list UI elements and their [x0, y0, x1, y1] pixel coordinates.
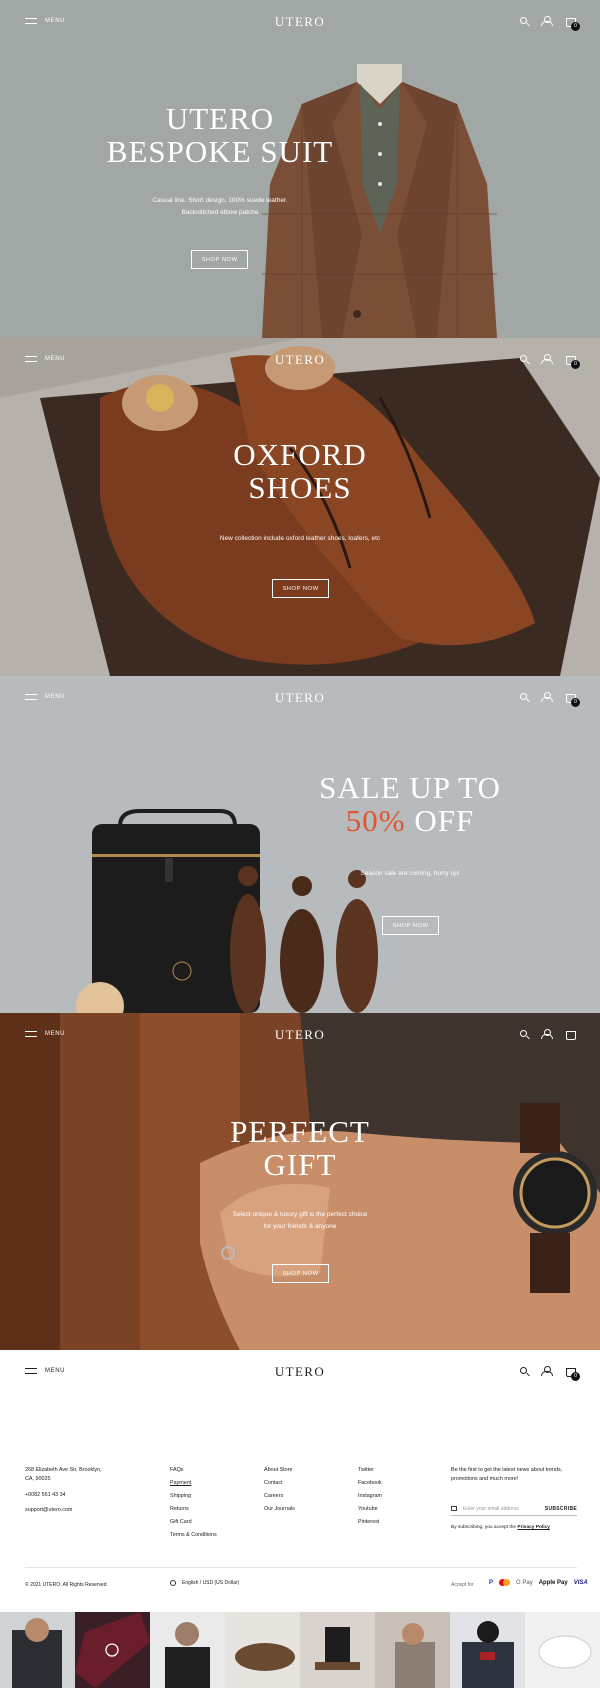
footer-links-social: Twitter Facebook Instagram Youtube Pinte… — [358, 1467, 382, 1533]
footer-link[interactable]: Terms & Conditions — [170, 1532, 217, 1538]
site-logo[interactable]: UTERO — [0, 352, 600, 368]
locale-selector[interactable]: English / USD (US Dollar) — [170, 1580, 239, 1586]
hero-title: PERFECT GIFT — [230, 1114, 370, 1183]
hero-suit: MENU UTERO 0 UTERO BESPOKE SUIT Casual l… — [0, 0, 600, 338]
payment-methods: P G Pay Apple Pay VISA — [489, 1579, 588, 1586]
footer-link[interactable]: Payment — [170, 1480, 217, 1486]
site-logo[interactable]: UTERO — [0, 1364, 600, 1380]
footer-link[interactable]: Our Journals — [264, 1506, 295, 1512]
footer-link[interactable]: Youtube — [358, 1506, 382, 1512]
search-icon[interactable] — [520, 355, 527, 362]
search-icon[interactable] — [520, 1030, 527, 1037]
shop-now-button[interactable]: SHOP NOW — [191, 250, 248, 269]
mail-icon — [451, 1506, 457, 1511]
footer-link[interactable]: Pinterest — [358, 1519, 382, 1525]
cart-icon[interactable]: 0 — [565, 692, 580, 707]
oxford-shoes-image — [0, 338, 600, 676]
hero-gift: MENU UTERO PERFECT GIFT Select unique & … — [0, 1013, 600, 1350]
footer-link[interactable]: Instagram — [358, 1493, 382, 1499]
footer: MENU UTERO 0 268 Elizabeth Ave Str, Broo… — [0, 1350, 600, 1612]
footer-link[interactable]: About Store — [264, 1467, 295, 1473]
instagram-gallery — [0, 1612, 600, 1688]
footer-divider — [25, 1567, 577, 1568]
search-icon[interactable] — [520, 17, 527, 24]
footer-contact: 268 Elizabeth Ave Str, Brooklyn, CA, 900… — [25, 1467, 102, 1521]
site-header: MENU UTERO 0 — [0, 338, 600, 384]
footer-link[interactable]: FAQs — [170, 1467, 217, 1473]
cart-count-badge: 0 — [571, 698, 580, 707]
cart-count-badge: 0 — [571, 22, 580, 31]
hero-shoes: MENU UTERO 0 OXFORD SHOES New collection… — [0, 338, 600, 676]
footer-link[interactable]: Twitter — [358, 1467, 382, 1473]
footer-link[interactable]: Gift Card — [170, 1519, 217, 1525]
hero-title: UTERO BESPOKE SUIT — [106, 101, 334, 170]
globe-icon — [170, 1580, 176, 1586]
cart-count-badge: 0 — [571, 360, 580, 369]
email-address[interactable]: support@utero.com — [25, 1507, 102, 1513]
paypal-icon: P — [489, 1579, 494, 1586]
copyright: © 2021 UTERO. All Rights Reserved — [25, 1582, 107, 1588]
address-line: 268 Elizabeth Ave Str, Brooklyn, — [25, 1467, 102, 1473]
visa-icon: VISA — [573, 1579, 588, 1586]
consent-text: By subscribing, you accept the Privacy P… — [451, 1525, 550, 1530]
gallery-image[interactable] — [150, 1612, 225, 1688]
cart-count-badge: 0 — [571, 1372, 580, 1381]
site-header: MENU UTERO 0 — [0, 0, 600, 46]
accept-for-label: Accept for — [451, 1582, 474, 1588]
footer-link[interactable]: Shipping — [170, 1493, 217, 1499]
address-line: CA, 90025 — [25, 1476, 51, 1483]
cart-icon[interactable]: 0 — [565, 354, 580, 369]
email-input[interactable]: Enter your email address — [463, 1506, 545, 1512]
subscribe-button[interactable]: SUBSCRIBE — [545, 1506, 577, 1512]
shop-now-button[interactable]: SHOP NOW — [272, 1264, 329, 1283]
apple-pay-icon: Apple Pay — [538, 1579, 568, 1586]
gallery-image[interactable] — [525, 1612, 600, 1688]
newsletter-form: Enter your email address SUBSCRIBE — [451, 1502, 577, 1516]
account-icon[interactable] — [541, 692, 553, 702]
gallery-image[interactable] — [0, 1612, 75, 1688]
newsletter: Be the first to get the latest news abou… — [451, 1467, 563, 1483]
privacy-policy-link[interactable]: Privacy Policy — [517, 1525, 550, 1530]
gallery-image[interactable] — [75, 1612, 150, 1688]
hero-subtitle: Select unique & luxury gift is the perfe… — [232, 1211, 368, 1231]
hero-subtitle: Casual line. Short design. 100% suede le… — [152, 197, 288, 217]
google-pay-icon: G Pay — [516, 1579, 533, 1586]
cart-icon[interactable]: 0 — [565, 1366, 580, 1381]
cart-icon[interactable]: 0 — [565, 16, 580, 31]
hero-subtitle: Season sale are coming, hurry up! — [360, 870, 460, 877]
account-icon[interactable] — [541, 16, 553, 26]
footer-link[interactable]: Careers — [264, 1493, 295, 1499]
site-header: MENU UTERO 0 — [0, 1350, 600, 1396]
discount-highlight: 50% — [345, 803, 406, 839]
site-logo[interactable]: UTERO — [0, 690, 600, 706]
site-header: MENU UTERO — [0, 1013, 600, 1059]
hero-title: OXFORD SHOES — [233, 437, 367, 506]
gallery-image[interactable] — [300, 1612, 375, 1688]
shop-now-button[interactable]: SHOP NOW — [272, 579, 329, 598]
shop-now-button[interactable]: SHOP NOW — [382, 916, 439, 935]
account-icon[interactable] — [541, 1366, 553, 1376]
account-icon[interactable] — [541, 1029, 553, 1039]
mastercard-icon — [499, 1579, 511, 1586]
hero-title: SALE UP TO 50% OFF — [319, 770, 501, 839]
hero-sale: MENU UTERO 0 SALE UP TO 50% OFF Season s… — [0, 676, 600, 1013]
gallery-image[interactable] — [450, 1612, 525, 1688]
search-icon[interactable] — [520, 693, 527, 700]
footer-link[interactable]: Returns — [170, 1506, 217, 1512]
footer-link[interactable]: Contact — [264, 1480, 295, 1486]
site-logo[interactable]: UTERO — [0, 1027, 600, 1043]
gallery-image[interactable] — [225, 1612, 300, 1688]
footer-links-company: About Store Contact Careers Our Journals — [264, 1467, 295, 1520]
site-logo[interactable]: UTERO — [0, 14, 600, 30]
search-icon[interactable] — [520, 1367, 527, 1374]
site-header: MENU UTERO 0 — [0, 676, 600, 722]
hero-subtitle: New collection include oxford leather sh… — [219, 535, 381, 542]
footer-link[interactable]: Facebook — [358, 1480, 382, 1486]
cart-icon[interactable] — [565, 1029, 576, 1040]
phone-number[interactable]: +0082 561 43 34 — [25, 1492, 102, 1498]
gallery-image[interactable] — [375, 1612, 450, 1688]
footer-links-help: FAQs Payment Shipping Returns Gift Card … — [170, 1467, 217, 1545]
account-icon[interactable] — [541, 354, 553, 364]
